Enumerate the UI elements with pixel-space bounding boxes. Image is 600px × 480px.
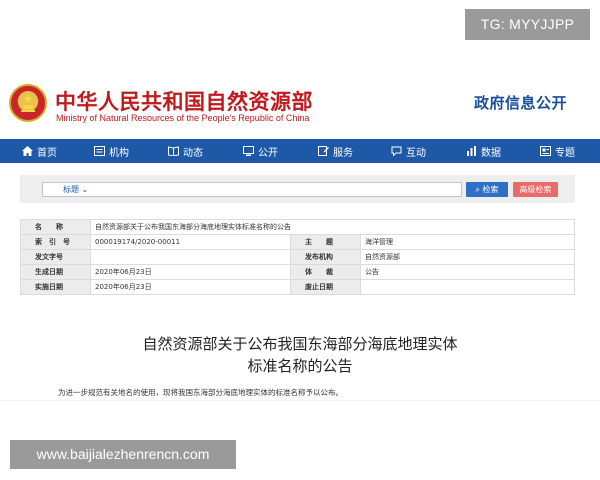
org-icon [94,146,105,156]
site-subtitle: Ministry of Natural Resources of the Peo… [56,113,310,123]
nav-label: 互动 [406,147,426,159]
nav-label: 数据 [481,147,501,159]
effective-date-value: 2020年06月23日 [90,279,291,295]
table-row: 生成日期 2020年06月23日 体 裁 公告 [20,264,575,280]
genre-value: 公告 [360,264,575,280]
doc-number-value [90,249,291,265]
news-icon [168,146,179,156]
article-title-line2: 标准名称的公告 [247,357,353,375]
topic-icon [540,146,551,156]
theme-label: 主 题 [290,234,361,250]
search-icon: ⌕ [475,185,480,194]
nav-label: 服务 [333,147,353,159]
gov-info-link[interactable]: 政府信息公开 [474,92,567,113]
nav-item-public[interactable]: 公开 [243,139,278,163]
abolish-date-label: 废止日期 [290,279,361,295]
name-value: 自然资源部关于公布我国东海部分海底地理实体标准名称的公告 [90,219,575,235]
nav-item-org[interactable]: 机构 [94,139,129,163]
index-value: 000019174/2020-00011 [90,234,291,250]
chat-icon [391,146,402,156]
table-row: 实施日期 2020年06月23日 废止日期 [20,279,575,295]
nav-item-data[interactable]: 数据 [466,139,501,163]
monitor-icon [243,146,254,156]
nav-label: 动态 [183,147,203,159]
issuer-value: 自然资源部 [360,249,575,265]
national-emblem-icon [9,84,47,122]
theme-value: 海洋管理 [360,234,575,250]
nav-item-home[interactable]: 首页 [22,139,57,163]
edit-icon [318,146,329,156]
nav-label: 首页 [37,147,57,159]
nav-item-interact[interactable]: 互动 [391,139,426,163]
table-row: 名 称 自然资源部关于公布我国东海部分海底地理实体标准名称的公告 [20,219,575,235]
index-label: 索 引 号 [20,234,91,250]
created-date-value: 2020年06月23日 [90,264,291,280]
search-button[interactable]: ⌕ 检索 [466,182,508,197]
document-metadata-table: 名 称 自然资源部关于公布我国东海部分海底地理实体标准名称的公告 索 引 号 0… [20,219,575,295]
doc-number-label: 发文字号 [20,249,91,265]
search-input[interactable]: 标题 ⌄ [42,182,462,197]
chart-icon [467,146,476,156]
site-title[interactable]: 中华人民共和国自然资源部 [55,86,313,116]
article-title-line1: 自然资源部关于公布我国东海部分海底地理实体 [142,335,458,353]
table-row: 发文字号 发布机构 自然资源部 [20,249,575,265]
site-header: 中华人民共和国自然资源部 Ministry of Natural Resourc… [0,72,600,132]
nav-label: 公开 [258,147,278,159]
name-label: 名 称 [20,219,91,235]
advanced-search-button[interactable]: 高级检索 [513,182,558,197]
article-title: 自然资源部关于公布我国东海部分海底地理实体 标准名称的公告 [0,333,600,377]
issuer-label: 发布机构 [290,249,361,265]
watermark-top: TG: MYYJJPP [465,9,590,40]
effective-date-label: 实施日期 [20,279,91,295]
created-date-label: 生成日期 [20,264,91,280]
abolish-date-value [360,279,575,295]
nav-item-service[interactable]: 服务 [318,139,353,163]
nav-label: 专题 [555,147,575,159]
article-body: 为进一步规范有关地名的使用，现将我国东海部分海底地理实体的标准名称予以公布。 [58,388,343,397]
search-panel: 标题 ⌄ ⌕ 检索 高级检索 [20,175,575,203]
home-icon [22,146,33,156]
nav-item-topic[interactable]: 专题 [540,139,575,163]
search-field-select[interactable]: 标题 ⌄ [63,184,88,195]
table-row: 索 引 号 000019174/2020-00011 主 题 海洋管理 [20,234,575,250]
genre-label: 体 裁 [290,264,361,280]
divider [0,400,600,401]
watermark-bottom: www.baijialezhenrencn.com [10,440,236,469]
nav-label: 机构 [109,147,129,159]
nav-item-news[interactable]: 动态 [168,139,203,163]
main-navbar: 首页 机构 动态 公开 服务 互动 数据 专题 [0,139,600,163]
